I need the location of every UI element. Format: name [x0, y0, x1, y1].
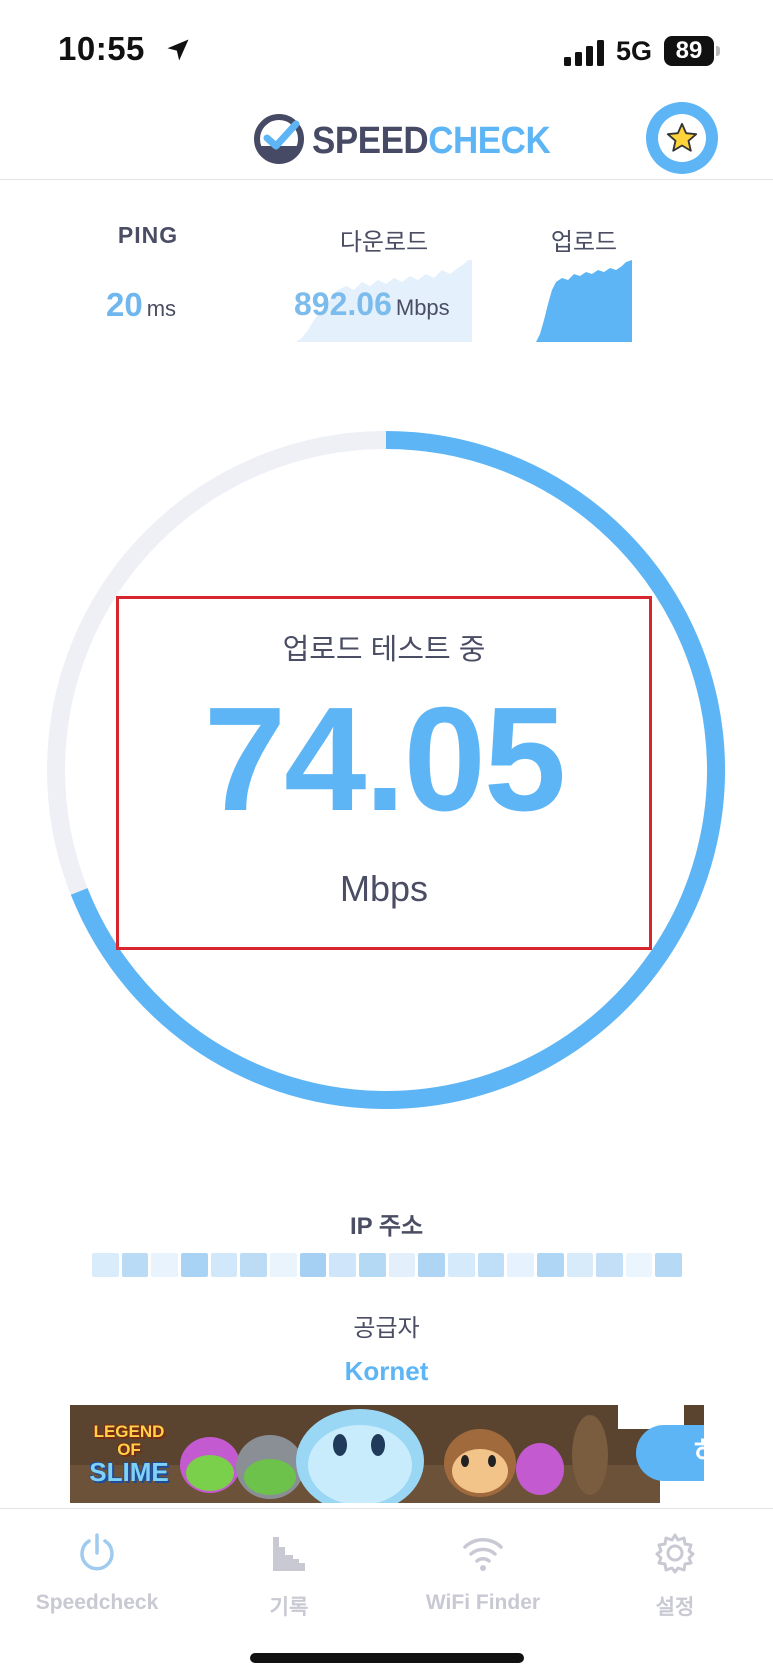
ping-label: PING — [117, 222, 179, 248]
tab-label: Speedcheck — [35, 1591, 159, 1614]
ad-cta-button[interactable]: 하다 — [636, 1425, 704, 1481]
cellular-signal-icon — [564, 40, 604, 66]
speedometer-logo-icon — [254, 114, 304, 164]
tab-label: 기록 — [269, 1596, 309, 1619]
ad-game-logo: LEGEND OF SLIME — [89, 1422, 169, 1487]
history-chart-icon — [273, 1537, 305, 1571]
speedcheck-logo: SPEEDCHECK — [252, 110, 551, 170]
battery-level: 89 — [675, 37, 703, 64]
tab-wifi-finder[interactable]: WiFi Finder — [388, 1531, 578, 1615]
power-icon — [80, 1533, 114, 1571]
test-status: 업로드 테스트 중 — [282, 634, 486, 666]
ip-address-redacted — [92, 1253, 683, 1277]
gear-icon — [655, 1533, 695, 1574]
star-icon — [666, 122, 698, 152]
download-metric: 다운로드 892.06 Mbps — [294, 222, 472, 342]
upload-label: 업로드 — [550, 229, 618, 256]
status-time: 10:55 — [58, 30, 145, 67]
location-arrow-icon — [167, 39, 189, 61]
speed-value: 74.05 — [203, 677, 566, 842]
app-header: SPEEDCHECK — [0, 100, 773, 180]
tab-settings[interactable]: 설정 — [580, 1531, 770, 1621]
network-type: 5G — [616, 36, 653, 66]
favorite-button[interactable] — [646, 102, 718, 174]
home-indicator — [250, 1653, 524, 1663]
tab-history[interactable]: 기록 — [194, 1531, 384, 1621]
ping-metric: PING 20 ms — [88, 222, 208, 323]
speed-unit: Mbps — [339, 868, 429, 909]
status-bar: 10:55 5G 89 — [0, 0, 773, 100]
ad-banner[interactable]: LEGENDOF SLIME 하다 — [70, 1405, 704, 1503]
provider-value: Kornet — [344, 1356, 429, 1386]
gauge-readout: 업로드 테스트 중 74.05 Mbps — [116, 596, 652, 950]
ip-address-label: IP 주소 — [349, 1213, 424, 1240]
ping-value: 20 ms — [106, 286, 177, 323]
download-value: 892.06 Mbps — [294, 286, 450, 322]
download-label: 다운로드 — [339, 229, 429, 256]
bottom-tab-bar: Speedcheck 기록 WiFi Finder 설정 — [0, 1508, 773, 1673]
battery-indicator: 89 — [664, 36, 720, 66]
logo-text: SPEEDCHECK — [312, 120, 551, 162]
tab-speedcheck[interactable]: Speedcheck — [2, 1531, 192, 1615]
wifi-icon — [463, 1538, 503, 1571]
upload-metric: 업로드 — [536, 222, 632, 342]
upload-sparkline — [536, 260, 632, 342]
provider-label: 공급자 — [353, 1315, 420, 1342]
tab-label: 설정 — [655, 1596, 695, 1619]
tab-label: WiFi Finder — [425, 1591, 541, 1614]
